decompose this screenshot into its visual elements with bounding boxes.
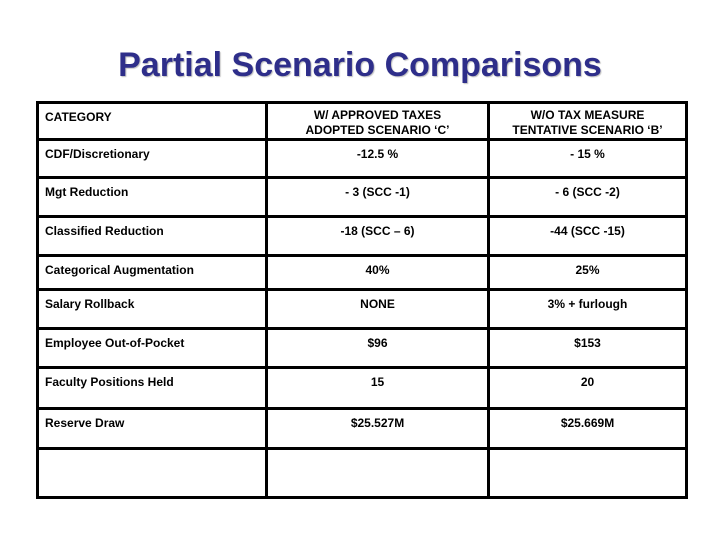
table-row: Categorical Augmentation 40% 25% [36, 254, 688, 291]
row-category: Employee Out-of-Pocket [36, 327, 268, 369]
row-category: Reserve Draw [36, 407, 268, 450]
row-scenario-b-value: 3% + furlough [487, 288, 688, 330]
header-scenario-c-line2: ADOPTED SCENARIO ‘C’ [305, 123, 450, 137]
row-scenario-c-value: $25.527M [265, 407, 490, 450]
table-row: Reserve Draw $25.527M $25.669M [36, 407, 688, 450]
row-category: Classified Reduction [36, 215, 268, 257]
header-scenario-c-line1: W/ APPROVED TAXES [313, 108, 442, 122]
row-scenario-b-value: $153 [487, 327, 688, 369]
header-scenario-b-line1: W/O TAX MEASURE [530, 108, 645, 122]
row-scenario-b-value [487, 447, 688, 499]
row-scenario-c-value: 15 [265, 366, 490, 410]
header-scenario-b-line2: TENTATIVE SCENARIO ‘B’ [512, 123, 663, 137]
row-scenario-b-value: -44 (SCC -15) [487, 215, 688, 257]
table-header-row: CATEGORY W/ APPROVED TAXES ADOPTED SCENA… [36, 101, 688, 141]
row-scenario-c-value: $96 [265, 327, 490, 369]
table-row: Salary Rollback NONE 3% + furlough [36, 288, 688, 330]
row-scenario-c-value: - 3 (SCC -1) [265, 176, 490, 218]
row-category: Faculty Positions Held [36, 366, 268, 410]
table-row: Faculty Positions Held 15 20 [36, 366, 688, 410]
row-category: CDF/Discretionary [36, 138, 268, 179]
header-category: CATEGORY [36, 101, 268, 141]
row-scenario-c-value: -18 (SCC – 6) [265, 215, 490, 257]
table-row: Employee Out-of-Pocket $96 $153 [36, 327, 688, 369]
row-category [36, 447, 268, 499]
row-category: Mgt Reduction [36, 176, 268, 218]
table-row-empty [36, 447, 688, 499]
table-row: CDF/Discretionary -12.5 % - 15 % [36, 138, 688, 179]
row-category: Salary Rollback [36, 288, 268, 330]
table-row: Mgt Reduction - 3 (SCC -1) - 6 (SCC -2) [36, 176, 688, 218]
row-scenario-b-value: $25.669M [487, 407, 688, 450]
row-category: Categorical Augmentation [36, 254, 268, 291]
slide-title: Partial Scenario Comparisons [118, 46, 602, 84]
row-scenario-b-value: 25% [487, 254, 688, 291]
row-scenario-c-value: NONE [265, 288, 490, 330]
header-scenario-c: W/ APPROVED TAXES ADOPTED SCENARIO ‘C’ [265, 101, 490, 141]
row-scenario-c-value: -12.5 % [265, 138, 490, 179]
row-scenario-b-value: - 15 % [487, 138, 688, 179]
row-scenario-c-value [265, 447, 490, 499]
row-scenario-c-value: 40% [265, 254, 490, 291]
scenario-comparison-table: CATEGORY W/ APPROVED TAXES ADOPTED SCENA… [36, 101, 688, 499]
row-scenario-b-value: - 6 (SCC -2) [487, 176, 688, 218]
header-scenario-b: W/O TAX MEASURE TENTATIVE SCENARIO ‘B’ [487, 101, 688, 141]
row-scenario-b-value: 20 [487, 366, 688, 410]
table-row: Classified Reduction -18 (SCC – 6) -44 (… [36, 215, 688, 257]
